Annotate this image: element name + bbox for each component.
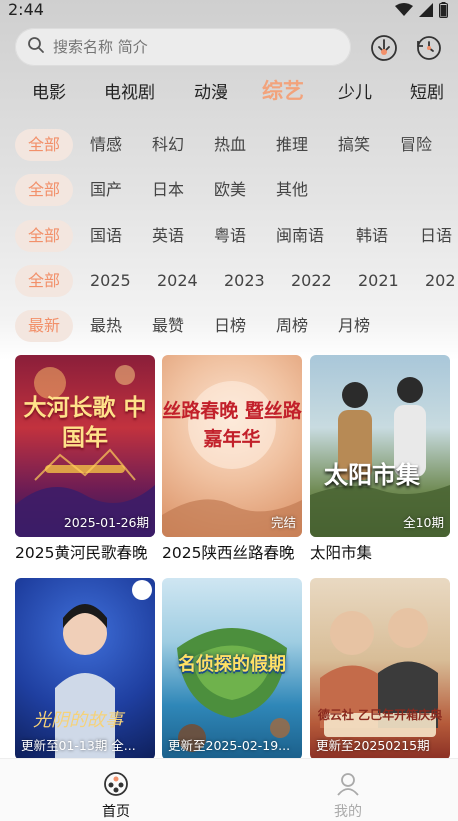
sort-chip[interactable]: 最赞 <box>152 310 184 342</box>
tab-tv[interactable]: 电视剧 <box>104 78 155 103</box>
status-time: 2:44 <box>8 0 44 19</box>
poster-title-art: 德云社 乙巳年开箱庆典 <box>317 708 443 722</box>
show-title: 2025陕西丝路春晚 <box>162 544 295 562</box>
system-icons <box>395 2 448 18</box>
year-chip[interactable]: 2022 <box>291 265 332 297</box>
poster-title-art: 大河长歌 中国年 <box>23 394 147 451</box>
region-chip-all[interactable]: 全部 <box>15 174 74 206</box>
language-filter-row: 全部 国语 英语 粤语 闽南语 韩语 日语 <box>0 220 458 252</box>
tab-movie[interactable]: 电影 <box>32 78 66 103</box>
history-button[interactable] <box>414 33 444 63</box>
search-input[interactable] <box>51 37 315 57</box>
year-chip[interactable]: 2024 <box>157 265 198 297</box>
sort-chip[interactable]: 最热 <box>90 310 122 342</box>
episode-badge: 更新至20250215期 <box>316 738 430 753</box>
year-chip[interactable]: 2021 <box>358 265 399 297</box>
search-bar[interactable] <box>15 28 351 66</box>
poster-title-art: 光阴的故事 <box>33 710 123 731</box>
language-chip[interactable]: 粤语 <box>214 220 246 252</box>
home-icon <box>104 772 128 796</box>
bottom-tab-bar: 首页 我的 <box>0 758 458 821</box>
language-chip-all[interactable]: 全部 <box>15 220 74 252</box>
poster-title-art: 名侦探的假期 <box>178 654 286 675</box>
download-icon <box>371 35 397 61</box>
region-chip[interactable]: 日本 <box>152 174 184 206</box>
genre-chip[interactable]: 冒险 <box>400 129 432 161</box>
episode-badge: 全10期 <box>403 515 444 530</box>
genre-chip[interactable]: 推理 <box>276 129 308 161</box>
language-chip[interactable]: 闽南语 <box>276 220 324 252</box>
genre-filter-row: 全部 情感 科幻 热血 推理 搞笑 冒险 <box>0 129 458 161</box>
status-badge: 完结 <box>270 515 296 530</box>
show-title: 2025黄河民歌春晚 <box>15 544 148 562</box>
year-chip[interactable]: 2025 <box>90 265 131 297</box>
language-chip[interactable]: 国语 <box>90 220 122 252</box>
language-chip[interactable]: 日语 <box>420 220 452 252</box>
wifi-icon <box>395 3 413 16</box>
episode-badge: 2025-01-26期 <box>63 515 149 530</box>
tab-variety[interactable]: 综艺 <box>262 75 304 105</box>
region-chip[interactable]: 国产 <box>90 174 122 206</box>
sort-chip[interactable]: 月榜 <box>338 310 370 342</box>
poster-image: 光阴的故事 更新至01-13期 全... <box>15 578 155 760</box>
download-button[interactable] <box>369 33 399 63</box>
history-icon <box>417 36 441 60</box>
genre-chip-all[interactable]: 全部 <box>15 129 74 161</box>
show-title: 太阳市集 <box>310 544 373 562</box>
genre-chip[interactable]: 科幻 <box>152 129 184 161</box>
region-chip[interactable]: 欧美 <box>214 174 246 206</box>
tab-home-label: 首页 <box>102 804 130 820</box>
tab-home[interactable]: 首页 <box>86 771 146 821</box>
year-chip-all[interactable]: 全部 <box>15 265 74 297</box>
genre-chip[interactable]: 情感 <box>90 129 122 161</box>
poster-image: 德云社 乙巳年开箱庆典 更新至20250215期 <box>310 578 450 760</box>
sort-chip[interactable]: 周榜 <box>276 310 308 342</box>
tab-mine[interactable]: 我的 <box>318 771 378 821</box>
region-chip[interactable]: 其他 <box>276 174 308 206</box>
sort-chip[interactable]: 日榜 <box>214 310 246 342</box>
poster-image: 大河长歌 中国年 2025-01-26期 <box>15 355 155 537</box>
profile-icon <box>337 773 359 796</box>
language-chip[interactable]: 韩语 <box>356 220 388 252</box>
signal-icon <box>419 3 433 17</box>
status-bar: 2:44 <box>0 0 458 22</box>
tab-anime[interactable]: 动漫 <box>194 78 228 103</box>
year-chip[interactable]: 2023 <box>224 265 265 297</box>
poster-image: 丝路春晚 暨丝路嘉年华 完结 <box>162 355 302 537</box>
poster-image: 太阳市集 全10期 <box>310 355 450 537</box>
tab-kids[interactable]: 少儿 <box>338 78 372 103</box>
year-chip[interactable]: 202 <box>425 265 456 297</box>
poster-title-art: 丝路春晚 暨丝路嘉年华 <box>162 400 302 450</box>
episode-badge: 更新至2025-02-19... <box>168 738 291 753</box>
search-icon <box>27 36 45 58</box>
tab-short-drama[interactable]: 短剧 <box>410 78 444 103</box>
genre-chip[interactable]: 搞笑 <box>338 129 370 161</box>
poster-title-art: 太阳市集 <box>324 460 420 489</box>
sort-filter-row: 最新 最热 最赞 日榜 周榜 月榜 <box>0 310 458 342</box>
poster-image: 名侦探的假期 更新至2025-02-19... <box>162 578 302 760</box>
tab-mine-label: 我的 <box>334 804 362 820</box>
category-tabs: 电影 电视剧 动漫 综艺 少儿 短剧 <box>0 78 458 110</box>
language-chip[interactable]: 英语 <box>152 220 184 252</box>
year-filter-row: 全部 2025 2024 2023 2022 2021 202 <box>0 265 458 297</box>
sort-chip-latest[interactable]: 最新 <box>15 310 74 342</box>
battery-icon <box>439 2 448 18</box>
episode-badge: 更新至01-13期 全... <box>21 738 136 753</box>
genre-chip[interactable]: 热血 <box>214 129 246 161</box>
region-filter-row: 全部 国产 日本 欧美 其他 <box>0 174 458 206</box>
